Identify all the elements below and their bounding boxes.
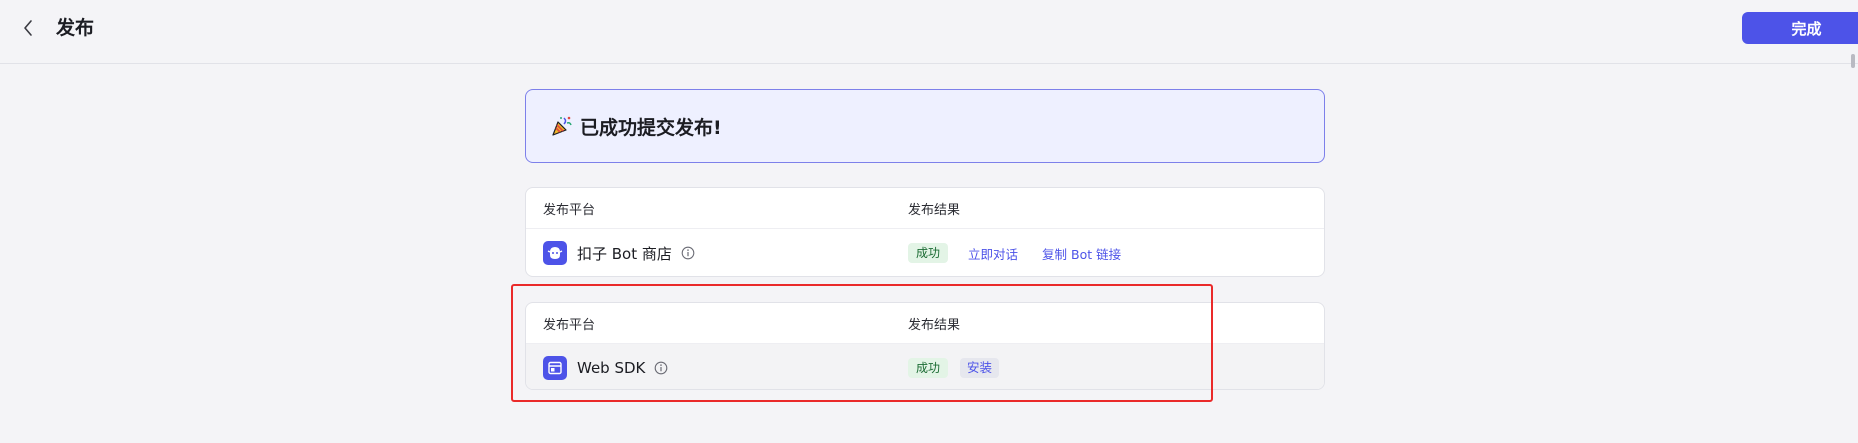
column-header-result: 发布结果 xyxy=(908,317,961,333)
page-title: 发布 xyxy=(56,17,95,39)
platform-cell: Web SDK xyxy=(526,356,908,380)
result-cell: 成功 立即对话 复制 Bot 链接 xyxy=(908,243,1121,263)
result-cell: 成功 安装 xyxy=(908,358,1000,378)
back-button[interactable] xyxy=(14,14,42,42)
success-banner: 已成功提交发布! xyxy=(525,89,1325,163)
table-header: 发布平台 发布结果 xyxy=(526,303,1324,344)
scrollbar[interactable] xyxy=(1848,0,1858,443)
info-circle-icon[interactable] xyxy=(654,361,668,375)
column-header-platform: 发布平台 xyxy=(543,317,596,333)
platform-name: Web SDK xyxy=(577,359,646,377)
column-header-result: 发布结果 xyxy=(908,202,961,218)
publish-card-web-sdk: 发布平台 发布结果 Web SDK 成功 安装 xyxy=(525,302,1325,390)
status-badge: 成功 xyxy=(908,243,949,263)
table-header: 发布平台 发布结果 xyxy=(526,188,1324,229)
table-row: Web SDK 成功 安装 xyxy=(526,344,1324,389)
top-bar: 发布 完成 xyxy=(0,0,1858,64)
platform-name: 扣子 Bot 商店 xyxy=(577,244,672,263)
copy-bot-link[interactable]: 复制 Bot 链接 xyxy=(1042,244,1121,263)
column-header-platform: 发布平台 xyxy=(543,202,596,218)
status-badge: 成功 xyxy=(908,358,949,378)
info-circle-icon[interactable] xyxy=(681,246,695,260)
publish-card-bot-store: 发布平台 发布结果 扣子 Bot 商店 成功 立即对话 复制 Bot 链接 xyxy=(525,187,1325,277)
success-message: 已成功提交发布! xyxy=(580,116,722,139)
install-button[interactable]: 安装 xyxy=(960,358,1000,378)
browser-window-icon xyxy=(543,356,567,380)
table-row: 扣子 Bot 商店 成功 立即对话 复制 Bot 链接 xyxy=(526,229,1324,276)
chat-now-link[interactable]: 立即对话 xyxy=(968,244,1018,263)
scrollbar-thumb[interactable] xyxy=(1851,54,1855,68)
bot-store-icon xyxy=(543,241,567,265)
platform-cell: 扣子 Bot 商店 xyxy=(526,241,908,265)
done-button[interactable]: 完成 xyxy=(1742,12,1858,44)
party-popper-icon xyxy=(552,116,572,136)
chevron-left-icon xyxy=(24,20,32,36)
